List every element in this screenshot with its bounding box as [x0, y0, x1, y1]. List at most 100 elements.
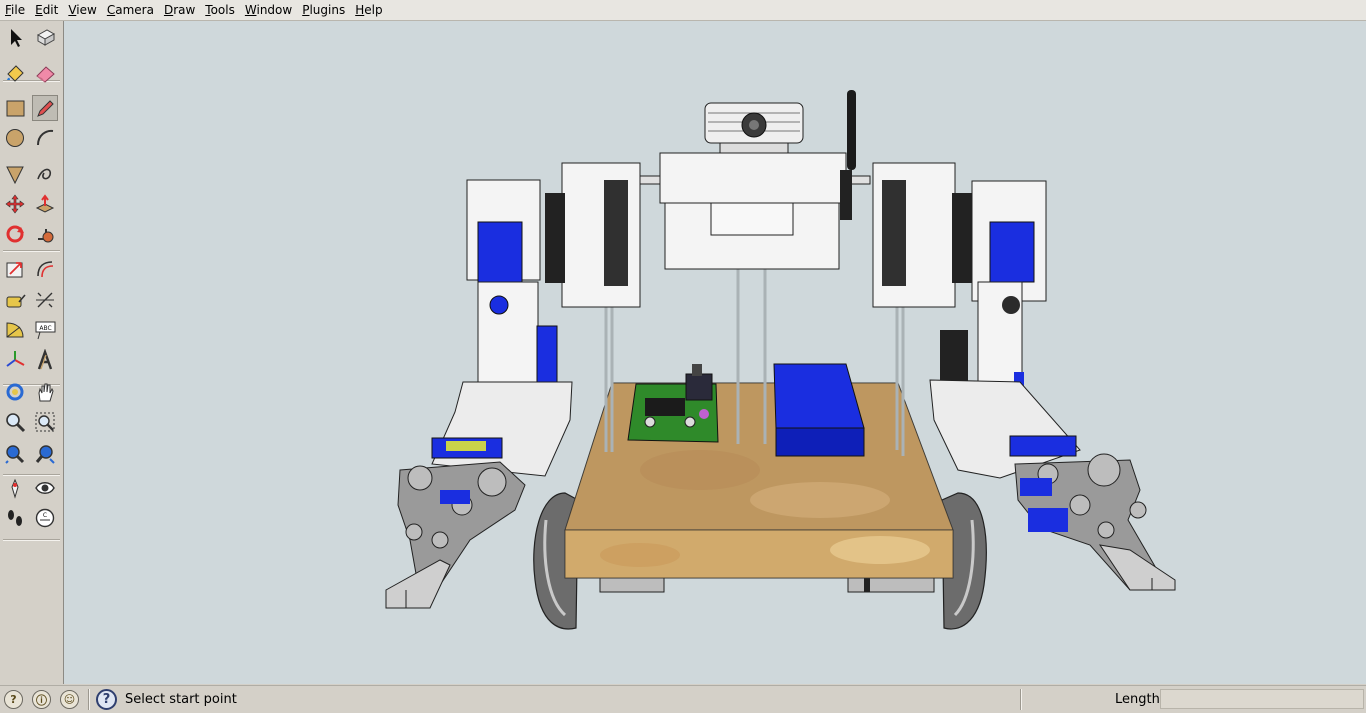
zoom-window-tool[interactable]: [32, 409, 58, 435]
tape-measure-icon: [6, 294, 26, 308]
menu-file[interactable]: File: [0, 0, 30, 20]
circuit-board: [627, 364, 719, 443]
vcb-label: Length: [1115, 692, 1160, 707]
zoom-icon: [6, 413, 26, 433]
center-head-block: [635, 152, 871, 270]
orbit-tool[interactable]: [2, 379, 28, 405]
arc-icon: [37, 129, 54, 146]
tool-palette: ABC C: [0, 21, 64, 684]
zoom-extents-tool[interactable]: [2, 441, 28, 467]
webcam: [704, 102, 804, 154]
status-bar: ? ⓘ ☺ ? Select start point Length: [0, 685, 1366, 713]
sign-in-icon[interactable]: ☺: [60, 690, 79, 709]
make-component-icon: [36, 29, 56, 46]
menu-draw[interactable]: Draw: [159, 0, 200, 20]
text-tool[interactable]: ABC: [32, 317, 58, 343]
orbit-icon: [6, 383, 24, 401]
look-around-tool[interactable]: [32, 475, 58, 501]
section-plane-icon: C: [35, 508, 55, 528]
svg-text:ABC: ABC: [39, 325, 51, 332]
line-pencil-tool[interactable]: [32, 95, 58, 121]
help-icon[interactable]: ?: [96, 689, 117, 710]
rotate-icon: [6, 225, 24, 243]
3d-text-icon: [37, 349, 53, 370]
walk-tool[interactable]: [2, 505, 28, 531]
menu-bar: File Edit View Camera Draw Tools Window Plugins…: [0, 0, 1366, 21]
zoom-tool[interactable]: [2, 409, 28, 435]
menu-help[interactable]: Help: [350, 0, 387, 20]
axes-icon: [6, 351, 25, 367]
protractor-tool[interactable]: [2, 317, 28, 343]
right-gripper: [1014, 453, 1176, 591]
rotate-tool[interactable]: [2, 221, 28, 247]
look-around-icon: [35, 482, 55, 494]
move-tool[interactable]: [2, 191, 28, 217]
position-camera-tool[interactable]: [2, 475, 28, 501]
3d-text-tool[interactable]: [32, 347, 58, 373]
polygon-tool[interactable]: [2, 161, 28, 187]
credits-icon[interactable]: ⓘ: [32, 690, 51, 709]
line-pencil-icon: [37, 100, 54, 117]
status-message: Select start point: [125, 692, 237, 707]
push-pull-tool[interactable]: [32, 191, 58, 217]
move-icon: [5, 194, 25, 214]
walk-icon: [8, 510, 22, 526]
arc-tool[interactable]: [32, 125, 58, 151]
menu-plugins[interactable]: Plugins: [297, 0, 350, 20]
left-gripper: [385, 461, 526, 609]
freehand-icon: [37, 168, 52, 180]
make-component-tool[interactable]: [32, 24, 58, 50]
menu-window[interactable]: Window: [240, 0, 297, 20]
wood-chassis: [564, 382, 954, 579]
rectangle-icon: [6, 100, 25, 117]
select-tool-tool[interactable]: [2, 24, 28, 50]
dimension-tool[interactable]: [32, 287, 58, 313]
menu-camera[interactable]: Camera: [102, 0, 159, 20]
pan-icon: [38, 383, 54, 402]
scale-icon: [6, 262, 23, 278]
eraser-tool[interactable]: [32, 60, 58, 86]
paint-bucket-tool[interactable]: [2, 60, 28, 86]
zoom-window-icon: [35, 412, 55, 432]
eraser-icon: [36, 66, 55, 83]
tape-measure-tool[interactable]: [2, 287, 28, 313]
robot-model-drawing: [385, 90, 1176, 630]
modeling-viewport[interactable]: [64, 21, 1366, 684]
freehand-tool[interactable]: [32, 161, 58, 187]
follow-me-icon: [38, 229, 54, 243]
rectangle-tool[interactable]: [2, 95, 28, 121]
offset-tool[interactable]: [32, 256, 58, 282]
pan-tool[interactable]: [32, 379, 58, 405]
circle-icon: [6, 129, 24, 147]
offset-icon: [37, 261, 54, 278]
position-camera-icon: [11, 478, 19, 499]
menu-edit[interactable]: Edit: [30, 0, 63, 20]
push-pull-icon: [35, 194, 55, 213]
battery-pack: [773, 363, 865, 457]
axes-tool[interactable]: [2, 347, 28, 373]
paint-bucket-icon: [7, 65, 24, 82]
scale-tool[interactable]: [2, 256, 28, 282]
select-tool-icon: [11, 29, 22, 47]
left-shoulder: [466, 162, 641, 411]
protractor-icon: [6, 322, 24, 338]
previous-view-icon: [35, 445, 55, 464]
polygon-icon: [6, 166, 24, 185]
toolbar-separator: [3, 250, 60, 252]
zoom-extents-icon: [5, 445, 25, 464]
geo-location-icon[interactable]: ?: [4, 690, 23, 709]
status-separator: [1020, 689, 1022, 710]
follow-me-tool[interactable]: [32, 221, 58, 247]
circle-tool[interactable]: [2, 125, 28, 151]
right-shoulder: [872, 162, 1047, 406]
status-separator: [88, 689, 90, 710]
toolbar-separator: [3, 539, 60, 541]
text-icon: ABC: [35, 321, 56, 340]
dimension-icon: [36, 292, 54, 308]
svg-text:C: C: [43, 512, 47, 519]
menu-view[interactable]: View: [63, 0, 101, 20]
menu-tools[interactable]: Tools: [200, 0, 240, 20]
previous-view-tool[interactable]: [32, 441, 58, 467]
measurements-input[interactable]: [1160, 689, 1364, 709]
section-plane-tool[interactable]: C: [32, 505, 58, 531]
